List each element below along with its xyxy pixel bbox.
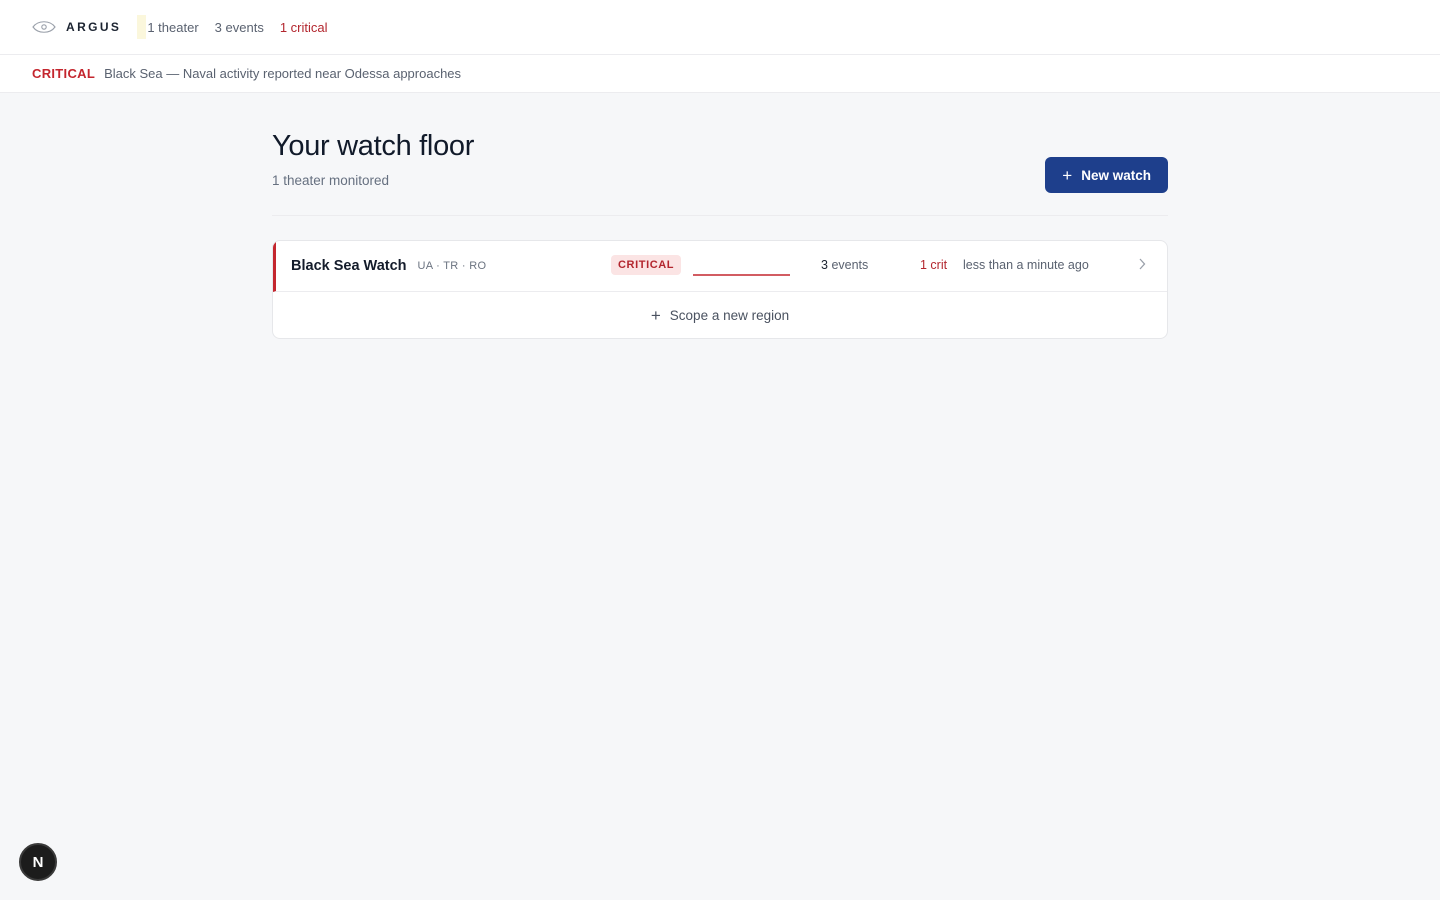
scope-label: Scope a new region (669, 307, 790, 323)
stat-events[interactable]: 3 events (215, 20, 264, 35)
avatar-letter: N (32, 853, 44, 871)
scope-new-region-button[interactable]: + Scope a new region (273, 292, 1167, 338)
new-watch-label: New watch (1081, 167, 1151, 183)
chevron-right-icon (1139, 258, 1146, 270)
page-subtitle: 1 theater monitored (272, 172, 390, 188)
plus-icon: + (1062, 165, 1073, 185)
watch-row[interactable]: Black Sea Watch UA · TR · RO CRITICAL 3 … (273, 241, 1167, 292)
stat-theaters[interactable]: 1 theater (147, 20, 198, 35)
watch-name: Black Sea Watch (291, 258, 407, 274)
alert-severity: CRITICAL (32, 66, 96, 81)
main-content: Your watch floor 1 theater monitored + N… (272, 93, 1168, 339)
last-updated: less than a minute ago (963, 258, 1089, 272)
stat-critical[interactable]: 1 critical (280, 20, 328, 35)
severity-badge: CRITICAL (611, 255, 682, 275)
events-number: 3 (821, 258, 828, 272)
logo[interactable]: ARGUS (32, 20, 121, 34)
alert-message: Black Sea — Naval activity reported near… (104, 66, 462, 81)
new-watch-button[interactable]: + New watch (1045, 157, 1168, 193)
top-bar: ARGUS 1 theater 3 events 1 critical (0, 0, 1440, 55)
stats-summary: 1 theater 3 events 1 critical (137, 15, 343, 39)
events-count: 3 events (821, 258, 868, 272)
eye-icon (32, 21, 56, 33)
app-name: ARGUS (66, 20, 122, 34)
plus-icon: + (650, 305, 661, 325)
activity-sparkline (693, 274, 790, 276)
events-label: events (831, 258, 869, 272)
watch-region-codes: UA · TR · RO (417, 260, 487, 272)
critical-count: 1 crit (920, 258, 948, 272)
page-title: Your watch floor (272, 130, 475, 162)
alert-banner[interactable]: CRITICAL Black Sea — Naval activity repo… (0, 55, 1440, 93)
watch-list: Black Sea Watch UA · TR · RO CRITICAL 3 … (272, 240, 1168, 339)
page-header: Your watch floor 1 theater monitored + N… (272, 129, 1168, 216)
user-avatar-button[interactable]: N (19, 843, 57, 881)
stat-marker (137, 15, 147, 39)
